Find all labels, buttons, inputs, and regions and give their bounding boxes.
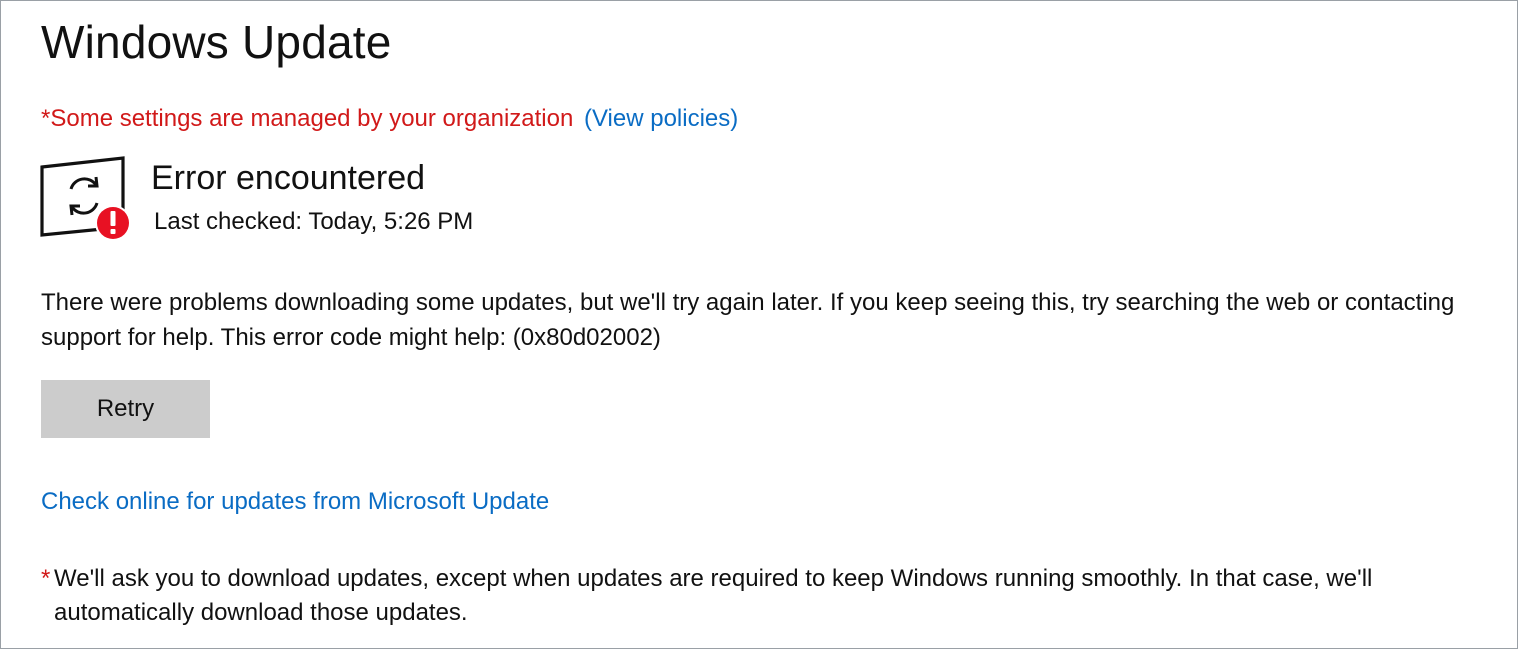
download-footnote: * We'll ask you to download updates, exc… — [41, 562, 1501, 630]
policy-notice: *Some settings are managed by your organ… — [41, 105, 738, 133]
footnote-text: We'll ask you to download updates, excep… — [54, 565, 1373, 626]
sync-error-icon — [39, 155, 135, 245]
error-message: There were problems downloading some upd… — [41, 289, 1455, 351]
page-title: Windows Update — [41, 16, 392, 68]
check-online-link[interactable]: Check online for updates from Microsoft … — [41, 488, 549, 516]
status-title: Error encountered — [151, 159, 426, 197]
view-policies-link[interactable]: (View policies) — [584, 105, 738, 132]
policy-notice-text: *Some settings are managed by your organ… — [41, 105, 574, 132]
windows-update-page: Windows Update *Some settings are manage… — [0, 0, 1518, 649]
footnote-asterisk: * — [41, 565, 51, 592]
retry-button[interactable]: Retry — [41, 380, 210, 438]
last-checked-text: Last checked: Today, 5:26 PM — [154, 208, 474, 235]
